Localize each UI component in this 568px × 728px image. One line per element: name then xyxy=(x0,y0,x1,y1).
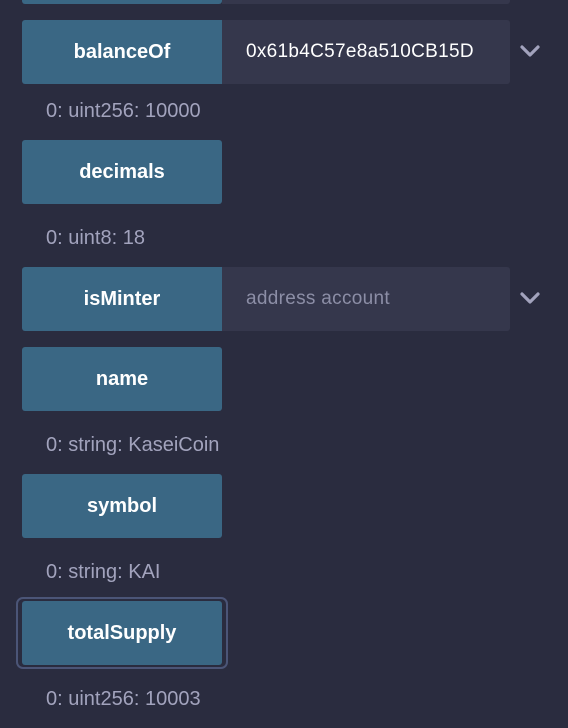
isminter-button[interactable]: isMinter xyxy=(22,267,222,331)
function-row-symbol: symbol xyxy=(22,474,222,538)
balanceof-address-input[interactable] xyxy=(222,20,510,84)
symbol-result: 0: string: KAI xyxy=(46,561,161,583)
symbol-button[interactable]: symbol xyxy=(22,474,222,538)
chevron-down-icon-svg xyxy=(520,292,540,304)
chevron-down-icon[interactable] xyxy=(517,38,543,64)
name-result: 0: string: KaseiCoin xyxy=(46,434,220,456)
balanceof-result: 0: uint256: 10000 xyxy=(46,100,201,122)
function-row-decimals: decimals xyxy=(22,140,222,204)
function-row-balanceof: balanceOf xyxy=(22,20,510,84)
decimals-result: 0: uint8: 18 xyxy=(46,227,145,249)
balanceof-button[interactable]: balanceOf xyxy=(22,20,222,84)
previous-function-input[interactable] xyxy=(222,0,510,4)
function-row-name: name xyxy=(22,347,222,411)
isminter-account-input[interactable] xyxy=(222,267,510,331)
function-row-totalsupply: totalSupply xyxy=(22,601,222,665)
previous-function-button[interactable] xyxy=(22,0,222,4)
function-row-isminter: isMinter xyxy=(22,267,510,331)
previous-function-row xyxy=(22,0,510,4)
totalsupply-result: 0: uint256: 10003 xyxy=(46,688,201,710)
totalsupply-button[interactable]: totalSupply xyxy=(22,601,222,665)
chevron-down-icon[interactable] xyxy=(517,285,543,311)
decimals-button[interactable]: decimals xyxy=(22,140,222,204)
chevron-down-icon-svg xyxy=(520,45,540,57)
name-button[interactable]: name xyxy=(22,347,222,411)
